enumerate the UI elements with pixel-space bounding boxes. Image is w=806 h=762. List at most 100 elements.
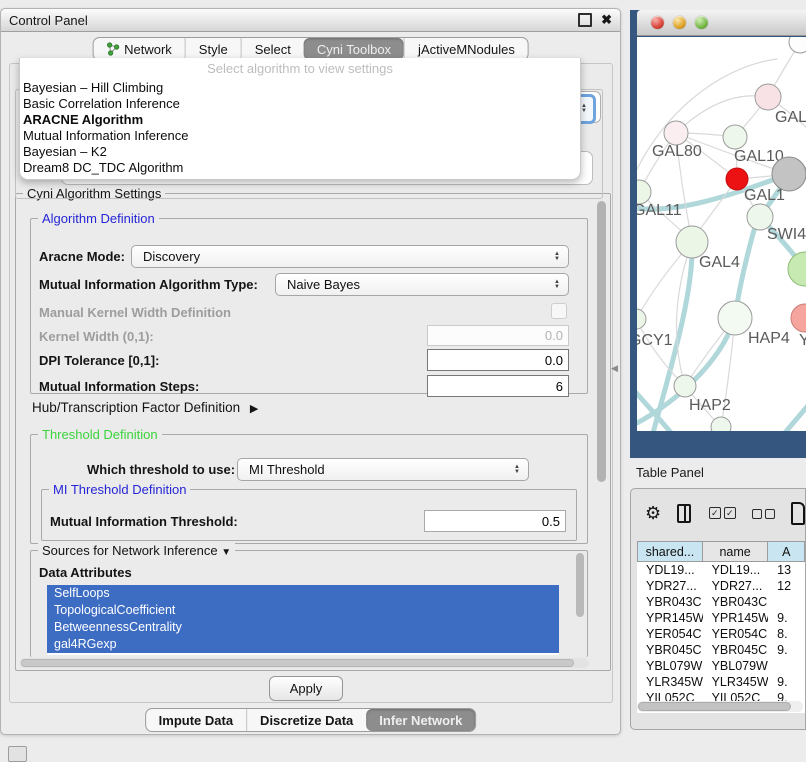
dropdown-item-basic-correlation-inference[interactable]: Basic Correlation Inference (20, 96, 580, 112)
document-icon[interactable] (791, 502, 805, 525)
table-cell[interactable]: 12 (768, 578, 805, 594)
table-cell[interactable]: 9. (768, 642, 805, 658)
table-cell[interactable]: YLR345W (703, 674, 769, 690)
network-edge[interactable] (637, 59, 777, 187)
scrollbar-thumb[interactable] (638, 702, 791, 711)
network-node-y[interactable] (791, 304, 806, 332)
dpi-tolerance-field[interactable] (427, 349, 569, 371)
table-row[interactable]: YER054CYER054C8. (637, 626, 805, 642)
mi-steps-field[interactable] (427, 375, 569, 397)
scrollbar-thumb[interactable] (597, 201, 606, 482)
mi-threshold-field[interactable] (424, 510, 566, 532)
table-cell[interactable]: YBR045C (637, 642, 703, 658)
table-cell[interactable]: 8. (768, 626, 805, 642)
table-cell[interactable]: YPR145W (637, 610, 703, 626)
gear-icon[interactable]: ⚙ (645, 503, 661, 523)
network-node-gal11[interactable] (637, 180, 651, 204)
table-horizontal-scrollbar[interactable] (637, 701, 803, 712)
table-cell[interactable]: 9. (768, 674, 805, 690)
collapse-down-icon[interactable]: ▼ (221, 547, 231, 558)
table-cell[interactable] (768, 658, 805, 674)
network-graph[interactable]: GALGAL80GAL10GAL1GAL11SWI4GAL4GCY1HAP4YH… (637, 37, 806, 431)
select-all-icon[interactable]: ✓ ✓ (709, 507, 736, 519)
sources-title[interactable]: Sources for Network Inference ▼ (38, 543, 235, 558)
table-cell[interactable]: YBR043C (637, 594, 703, 610)
network-canvas[interactable]: GALGAL80GAL10GAL1GAL11SWI4GAL4GCY1HAP4YH… (637, 37, 806, 431)
table-cell[interactable]: 9. (768, 610, 805, 626)
network-edge[interactable] (783, 389, 806, 431)
table-row[interactable]: YBL079WYBL079W (637, 658, 805, 674)
column-header-a[interactable]: A (768, 541, 805, 562)
kernel-width-field[interactable] (427, 325, 569, 346)
tab-jactivemnodules[interactable]: jActiveMNodules (404, 38, 528, 60)
bottom-tab-discretize-data[interactable]: Discretize Data (246, 709, 366, 731)
attribute-item-betweennesscentrality[interactable]: BetweennessCentrality (47, 619, 559, 636)
network-node[interactable] (788, 252, 806, 286)
aracne-mode-combobox[interactable]: Discovery ▲▼ (131, 245, 569, 268)
table-cell[interactable]: YBR043C (703, 594, 769, 610)
close-traffic-light[interactable] (651, 16, 664, 29)
dropdown-item-aracne-algorithm[interactable]: ARACNE Algorithm (20, 112, 580, 128)
column-header-name[interactable]: name (703, 541, 769, 562)
attribute-item-gal4rgexp[interactable]: gal4RGexp (47, 636, 559, 653)
which-threshold-combobox[interactable]: MI Threshold ▲▼ (237, 458, 529, 481)
network-node[interactable] (789, 37, 806, 53)
table-row[interactable]: YLR345WYLR345W9. (637, 674, 805, 690)
table-cell[interactable]: YDL19... (637, 562, 703, 578)
expand-right-icon[interactable]: ▶ (250, 403, 258, 415)
table-row[interactable]: YPR145WYPR145W9. (637, 610, 805, 626)
table-row[interactable]: YDR27...YDR27...12 (637, 578, 805, 594)
network-node[interactable] (772, 157, 806, 191)
table-cell[interactable]: YDL19... (703, 562, 769, 578)
column-header-shared[interactable]: shared... (637, 541, 703, 562)
table-cell[interactable]: YER054C (703, 626, 769, 642)
table-cell[interactable]: YPR145W (703, 610, 769, 626)
attribute-item-selfloops[interactable]: SelfLoops (47, 585, 559, 602)
columns-icon[interactable] (677, 504, 691, 523)
zoom-traffic-light[interactable] (695, 16, 708, 29)
table-row[interactable]: YBR045CYBR045C9. (637, 642, 805, 658)
close-icon[interactable]: ✖ (601, 15, 612, 25)
table-cell[interactable]: YBR045C (703, 642, 769, 658)
bottom-tab-infer-network[interactable]: Infer Network (366, 709, 475, 731)
network-node-gcy1[interactable] (637, 309, 646, 329)
apply-button[interactable]: Apply (269, 676, 343, 701)
table-cell[interactable]: YLR345W (637, 674, 703, 690)
mi-type-combobox[interactable]: Naive Bayes ▲▼ (275, 273, 569, 296)
manual-kernel-checkbox[interactable] (551, 303, 567, 319)
settings-horizontal-scrollbar[interactable] (19, 658, 589, 668)
tab-style[interactable]: Style (185, 38, 241, 60)
attributes-scrollbar-thumb[interactable] (576, 553, 584, 617)
hub-section-label[interactable]: Hub/Transcription Factor Definition ▶ (32, 400, 258, 415)
scrollbar-thumb[interactable] (21, 659, 574, 667)
dropdown-item-bayesian-k2[interactable]: Bayesian – K2 (20, 144, 580, 160)
deselect-all-icon[interactable] (752, 507, 775, 519)
attribute-item-topologicalcoefficient[interactable]: TopologicalCoefficient (47, 602, 559, 619)
table-row[interactable]: YDL19...YDL19...13 (637, 562, 805, 578)
table-cell[interactable]: YER054C (637, 626, 703, 642)
collapsed-panel-icon[interactable] (8, 746, 27, 762)
dropdown-item-dream8-dc-tdc-algorithm[interactable]: Dream8 DC_TDC Algorithm (20, 160, 580, 176)
network-node-hap4[interactable] (718, 301, 752, 335)
table-cell[interactable]: YDR27... (637, 578, 703, 594)
network-node-gal80[interactable] (664, 121, 688, 145)
dropdown-item-mutual-information-inference[interactable]: Mutual Information Inference (20, 128, 580, 144)
table-cell[interactable]: YBL079W (637, 658, 703, 674)
dropdown-item-bayesian-hill-climbing[interactable]: Bayesian – Hill Climbing (20, 80, 580, 96)
tab-network[interactable]: Network (93, 38, 185, 60)
table-cell[interactable]: 13 (768, 562, 805, 578)
table-cell[interactable]: YDR27... (703, 578, 769, 594)
tab-select[interactable]: Select (241, 38, 304, 60)
table-row[interactable]: YBR043CYBR043C (637, 594, 805, 610)
tab-cyni-toolbox[interactable]: Cyni Toolbox (304, 38, 404, 60)
split-pane-collapse-icon[interactable]: ◀ (611, 363, 618, 374)
settings-vertical-scrollbar[interactable] (596, 199, 607, 652)
table-cell[interactable]: YBL079W (703, 658, 769, 674)
network-node-gal10[interactable] (723, 125, 747, 149)
network-node-gal[interactable] (755, 84, 781, 110)
network-node-hap2[interactable] (674, 375, 696, 397)
float-window-icon[interactable] (578, 13, 592, 27)
table-cell[interactable] (768, 594, 805, 610)
minimize-traffic-light[interactable] (673, 16, 686, 29)
bottom-tab-impute-data[interactable]: Impute Data (146, 709, 246, 731)
